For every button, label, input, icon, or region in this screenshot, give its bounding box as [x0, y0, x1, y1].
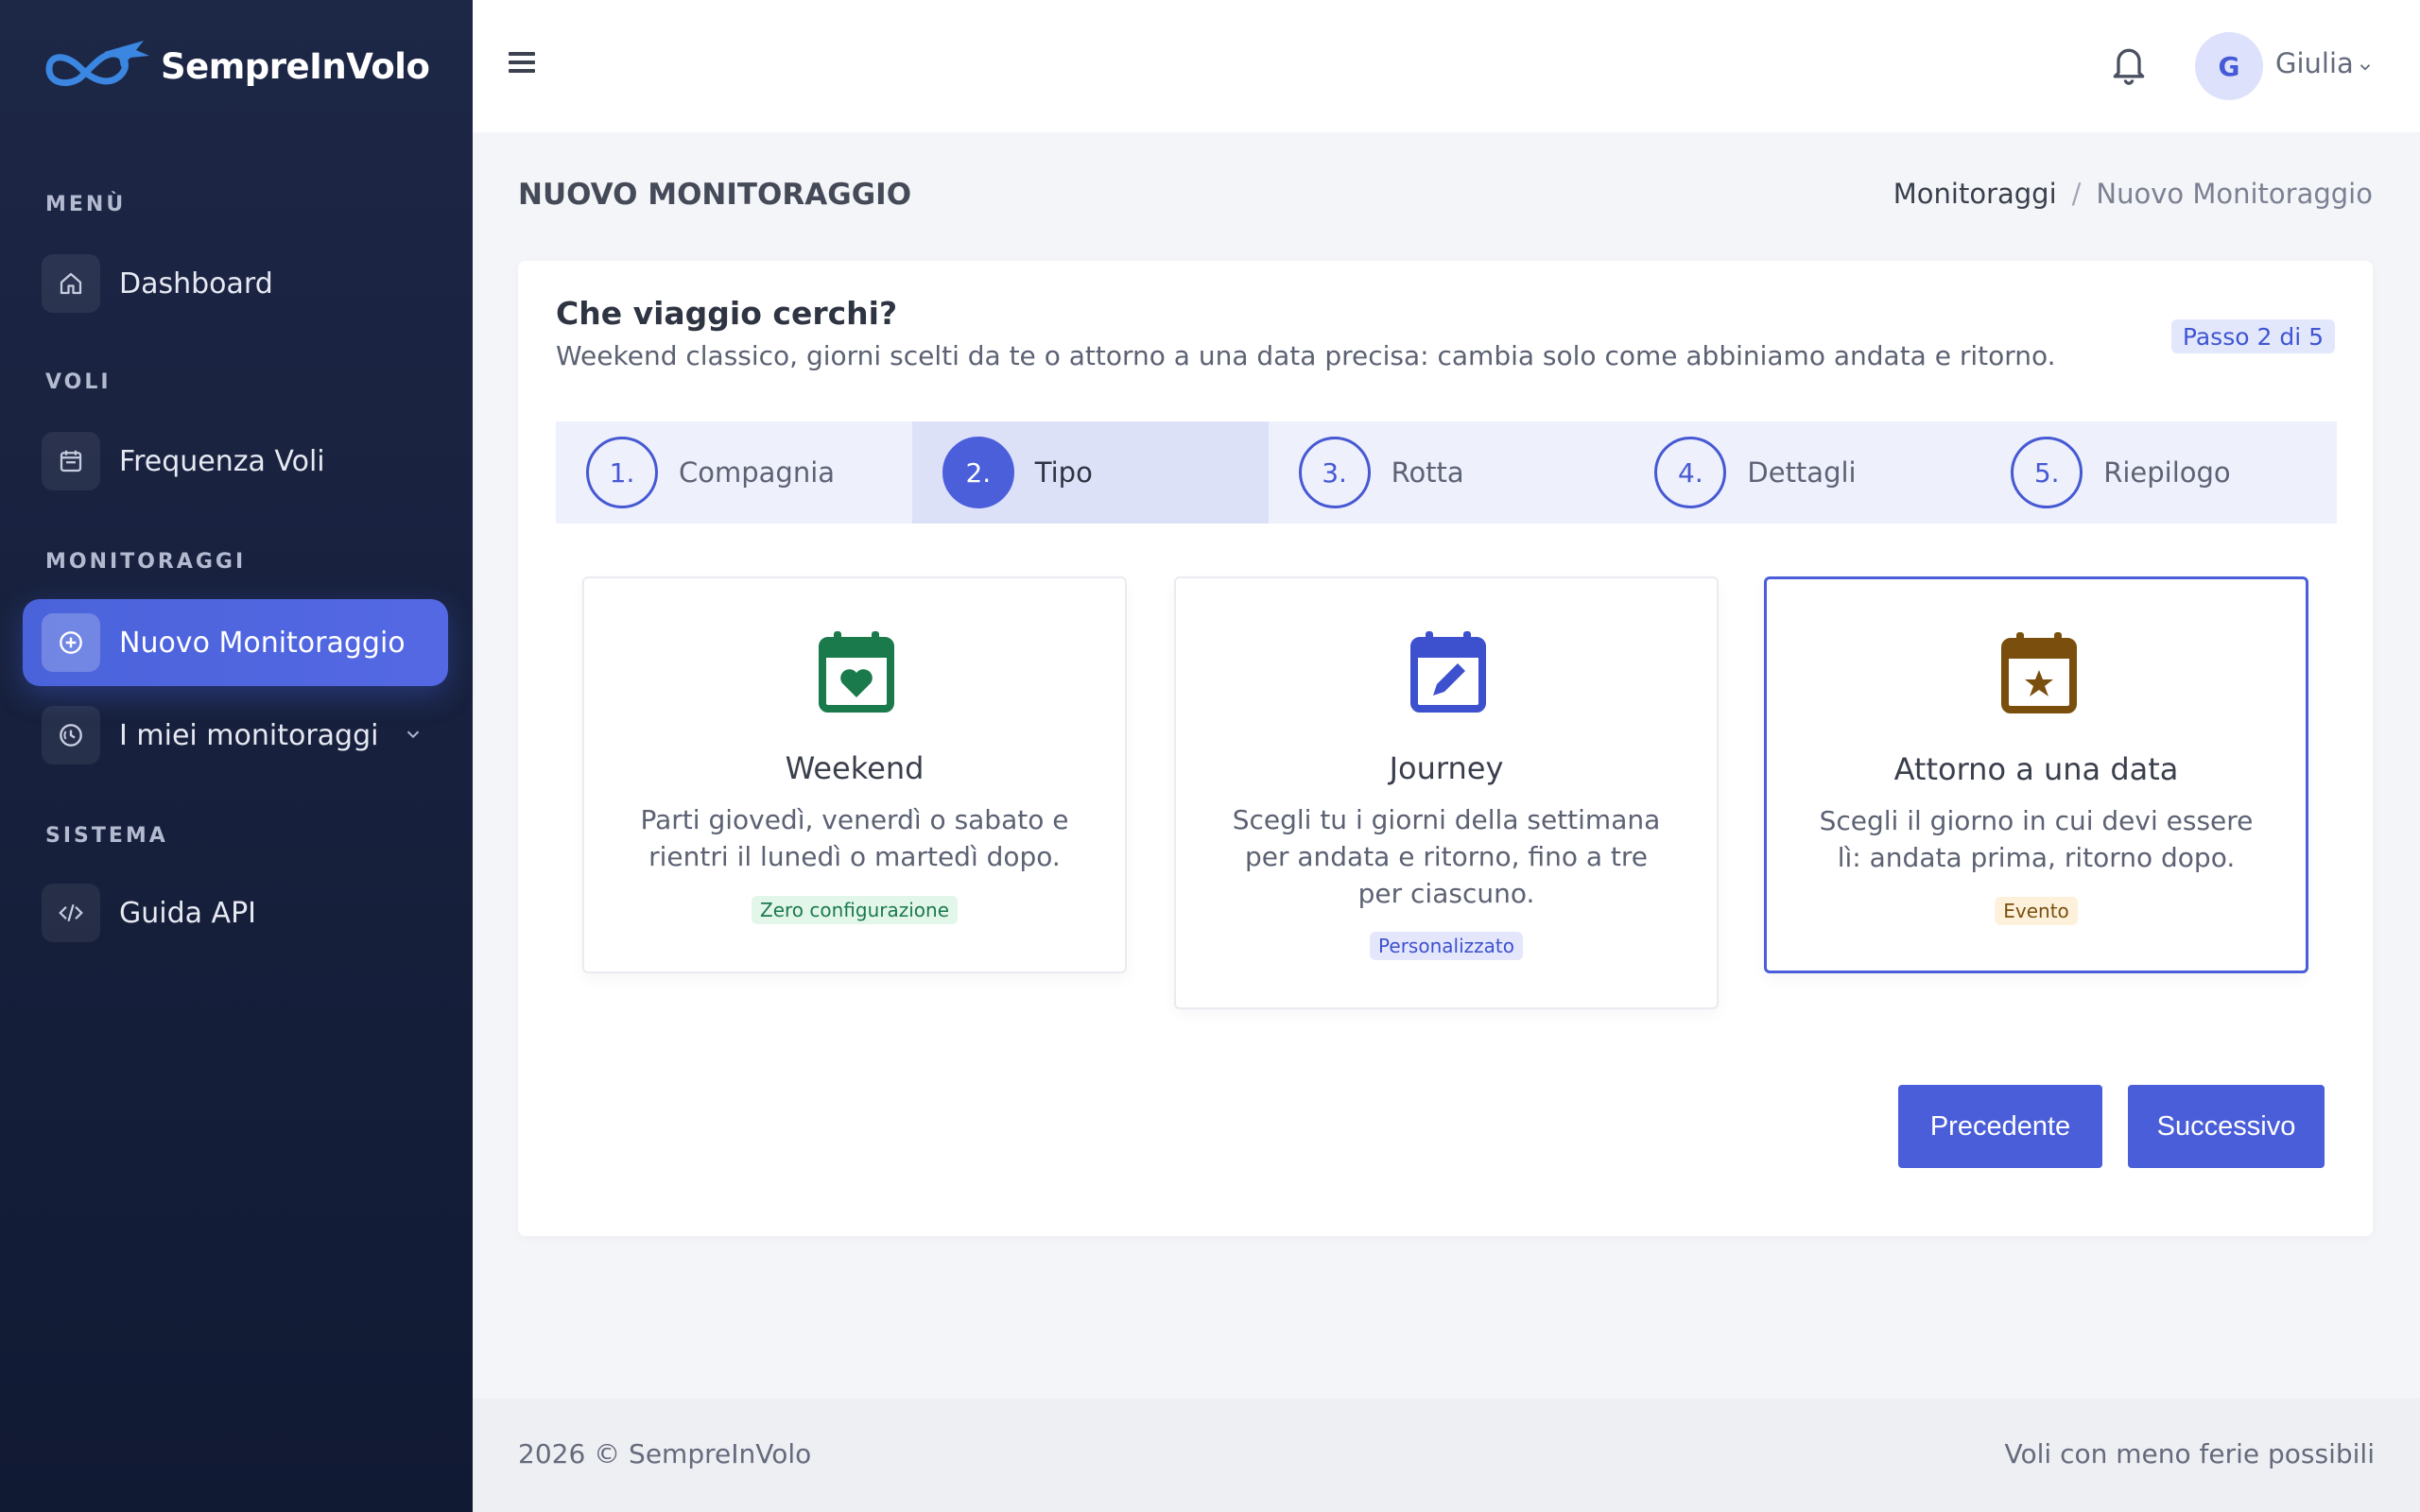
- sidebar-item-label: Frequenza Voli: [119, 444, 325, 478]
- option-card-weekend[interactable]: Weekend Parti giovedì, venerdì o sabato …: [582, 576, 1127, 973]
- card-subtitle: Weekend classico, giorni scelti da te o …: [556, 340, 2056, 371]
- plus-circle-icon: [42, 613, 100, 672]
- option-description: Parti giovedì, venerdì o sabato e rientr…: [640, 804, 1069, 872]
- brand[interactable]: SempreInVolo: [38, 28, 430, 104]
- footer: 2026 © SempreInVolo Voli con meno ferie …: [473, 1399, 2420, 1512]
- sidebar-item-label: Nuovo Monitoraggio: [119, 626, 406, 660]
- step-label: Rotta: [1391, 456, 1464, 489]
- step-dettagli[interactable]: 4. Dettagli: [1624, 421, 1980, 524]
- username[interactable]: Giulia: [2275, 47, 2354, 79]
- step-number: 2.: [942, 437, 1014, 508]
- step-number: 4.: [1654, 437, 1727, 508]
- option-description: Scegli il giorno in cui devi essere lì: …: [1819, 805, 2254, 873]
- card-title: Che viaggio cerchi?: [556, 295, 898, 332]
- section-label-voli: VOLI: [45, 370, 112, 394]
- section-label-monitoraggi: MONITORAGGI: [45, 550, 247, 574]
- option-card-journey[interactable]: Journey Scegli tu i giorni della settima…: [1174, 576, 1719, 1009]
- sidebar-item-frequenza-voli[interactable]: Frequenza Voli: [23, 418, 448, 505]
- topbar: G Giulia: [473, 0, 2420, 132]
- breadcrumb-separator: /: [2071, 178, 2082, 210]
- option-tag: Zero configurazione: [751, 896, 959, 924]
- home-icon: [42, 254, 100, 313]
- step-number: 1.: [586, 437, 658, 508]
- step-number: 3.: [1298, 437, 1371, 508]
- option-tag: Personalizzato: [1370, 932, 1523, 960]
- infinity-plane-logo-icon: [45, 41, 149, 87]
- history-icon: [42, 706, 100, 765]
- option-tag: Evento: [1995, 897, 2078, 925]
- step-label: Compagnia: [679, 456, 836, 489]
- sidebar: SempreInVolo MENÙ Dashboard VOLI Frequen…: [0, 0, 473, 1512]
- step-tipo[interactable]: 2. Tipo: [911, 421, 1269, 524]
- avatar[interactable]: G: [2195, 32, 2263, 100]
- option-card-attorno-a-una-data[interactable]: Attorno a una data Scegli il giorno in c…: [1764, 576, 2308, 973]
- option-title: Journey: [1389, 750, 1504, 786]
- option-title: Attorno a una data: [1893, 751, 2179, 787]
- calendar-edit-icon: [1410, 631, 1486, 713]
- hamburger-menu-icon[interactable]: [507, 47, 537, 77]
- calendar-icon: [42, 432, 100, 490]
- sidebar-item-i-miei-monitoraggi[interactable]: I miei monitoraggi: [23, 692, 448, 779]
- sidebar-item-label: I miei monitoraggi: [119, 718, 379, 752]
- step-number: 5.: [2011, 437, 2083, 508]
- brand-name: SempreInVolo: [161, 45, 430, 87]
- sidebar-item-dashboard[interactable]: Dashboard: [23, 240, 448, 327]
- breadcrumb-link-monitoraggi[interactable]: Monitoraggi: [1893, 178, 2057, 210]
- chevron-down-icon[interactable]: [2357, 59, 2374, 76]
- next-button[interactable]: Successivo: [2128, 1085, 2325, 1168]
- footer-copyright: 2026 © SempreInVolo: [518, 1438, 812, 1469]
- step-riepilogo[interactable]: 5. Riepilogo: [1980, 421, 2337, 524]
- section-label-sistema: SISTEMA: [45, 824, 168, 848]
- chevron-down-icon[interactable]: [403, 724, 424, 745]
- previous-button[interactable]: Precedente: [1898, 1085, 2102, 1168]
- sidebar-item-label: Guida API: [119, 896, 257, 930]
- footer-tagline: Voli con meno ferie possibili: [2004, 1438, 2376, 1469]
- wizard-card: Che viaggio cerchi? Weekend classico, gi…: [518, 261, 2373, 1236]
- step-badge: Passo 2 di 5: [2170, 319, 2335, 353]
- bell-icon[interactable]: [2108, 42, 2150, 87]
- option-description: Scegli tu i giorni della settimana per a…: [1232, 804, 1661, 909]
- calendar-heart-icon: [819, 631, 894, 713]
- step-label: Tipo: [1034, 456, 1093, 489]
- option-title: Weekend: [785, 750, 925, 786]
- step-label: Dettagli: [1747, 456, 1857, 489]
- page-title: NUOVO MONITORAGGIO: [518, 178, 912, 212]
- section-label-menu: MENÙ: [45, 193, 127, 216]
- wizard-steps: 1. Compagnia 2. Tipo 3. Rotta 4. Dettagl…: [556, 421, 2337, 524]
- code-icon: [42, 884, 100, 942]
- step-compagnia[interactable]: 1. Compagnia: [556, 421, 912, 524]
- step-label: Riepilogo: [2103, 456, 2231, 489]
- sidebar-item-nuovo-monitoraggio[interactable]: Nuovo Monitoraggio: [23, 599, 448, 686]
- step-rotta[interactable]: 3. Rotta: [1269, 421, 1625, 524]
- sidebar-item-label: Dashboard: [119, 266, 273, 301]
- sidebar-item-guida-api[interactable]: Guida API: [23, 869, 448, 956]
- breadcrumb: Monitoraggi / Nuovo Monitoraggio: [1893, 178, 2373, 210]
- breadcrumb-current: Nuovo Monitoraggio: [2096, 178, 2373, 210]
- calendar-star-icon: [2001, 632, 2077, 713]
